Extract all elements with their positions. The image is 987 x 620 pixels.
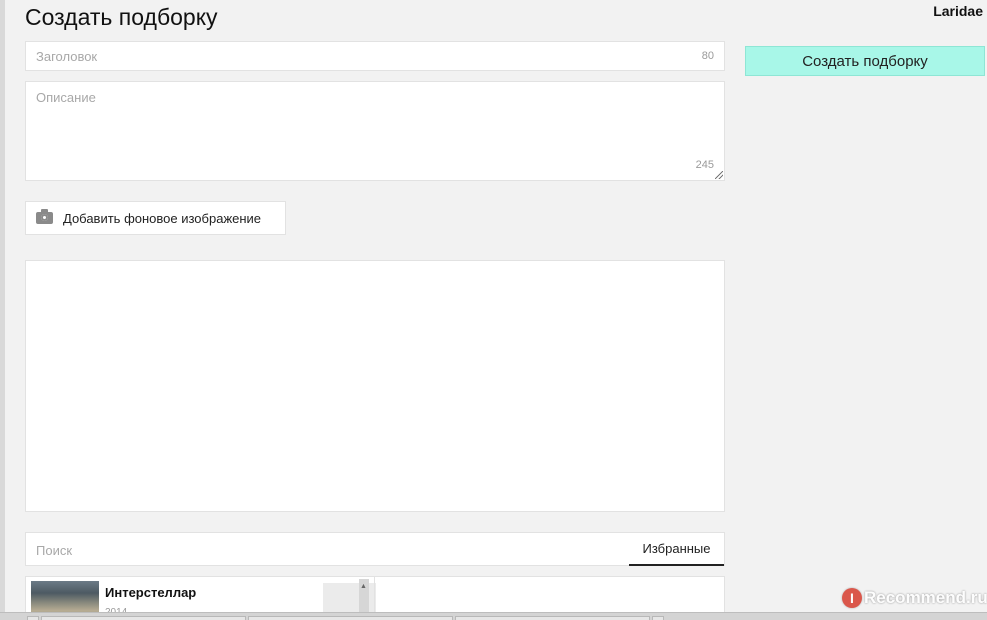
- title-char-counter: 80: [701, 50, 714, 62]
- taskbar-segment[interactable]: [248, 616, 453, 620]
- search-input[interactable]: Поиск Избранные: [25, 532, 725, 566]
- taskbar-segment[interactable]: [652, 616, 664, 620]
- title-input[interactable]: Заголовок 80: [25, 41, 725, 71]
- create-collection-button[interactable]: Создать подборку: [745, 46, 985, 76]
- movie-title: Интерстеллар: [105, 585, 197, 600]
- taskbar-segment[interactable]: [41, 616, 246, 620]
- watermark-text: Recommend.ru: [864, 588, 987, 607]
- irecommend-watermark: I Recommend.ru: [842, 588, 987, 608]
- taskbar-segment[interactable]: [27, 616, 39, 620]
- add-background-image-button[interactable]: Добавить фоновое изображение: [25, 201, 286, 235]
- left-edge-border: [0, 0, 5, 620]
- resize-handle-icon[interactable]: [715, 171, 723, 179]
- description-char-counter: 245: [695, 159, 714, 171]
- description-textarea[interactable]: Описание 245: [25, 81, 725, 181]
- scroll-up-arrow-icon[interactable]: ▲: [360, 583, 367, 590]
- collection-preview-area: [25, 260, 725, 512]
- username[interactable]: Laridae: [933, 3, 983, 19]
- add-background-label: Добавить фоновое изображение: [63, 210, 262, 226]
- tab-favorites[interactable]: Избранные: [629, 533, 724, 566]
- camera-icon: [36, 209, 53, 224]
- page-title: Создать подборку: [25, 4, 218, 30]
- title-placeholder: Заголовок: [36, 49, 98, 64]
- search-placeholder: Поиск: [36, 543, 73, 558]
- taskbar-segment[interactable]: [455, 616, 650, 620]
- description-placeholder: Описание: [36, 90, 96, 105]
- taskbar: [0, 612, 987, 620]
- irecommend-logo-icon: I: [842, 588, 862, 608]
